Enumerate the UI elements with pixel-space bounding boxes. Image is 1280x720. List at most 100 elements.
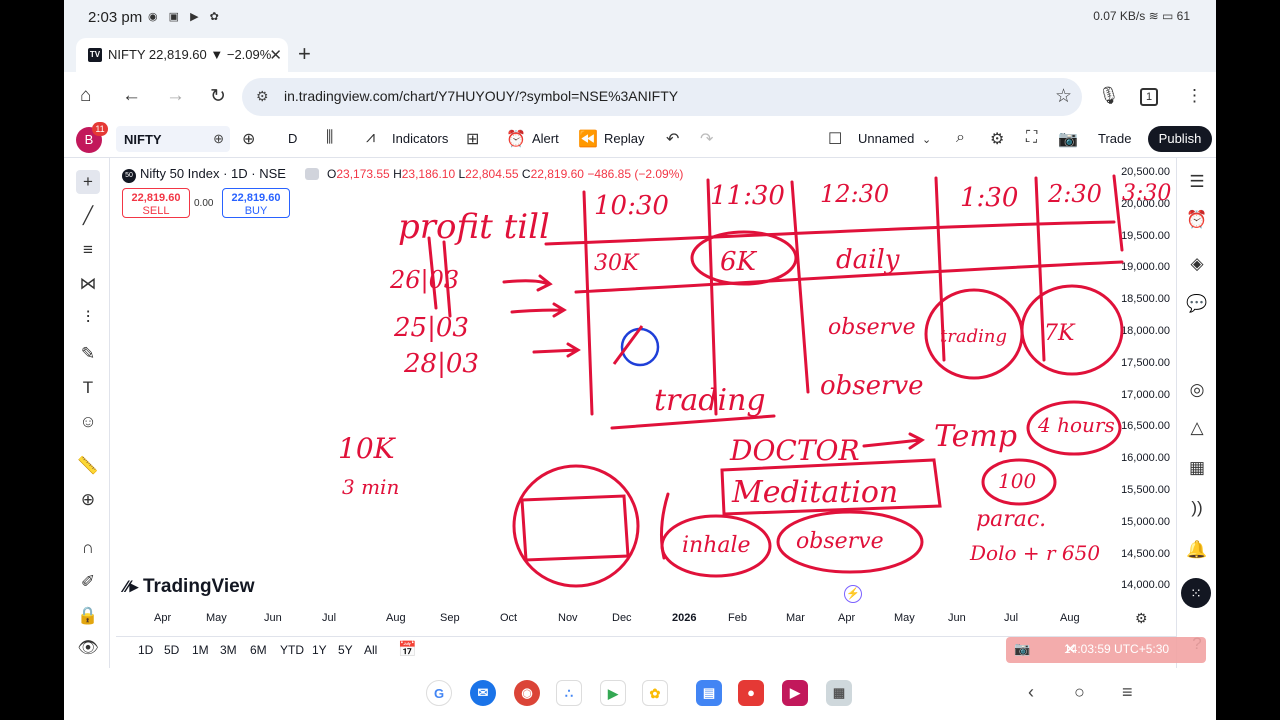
nav-home-icon[interactable]: ○ [1074, 682, 1085, 703]
app-drawer-icon[interactable]: ▦ [826, 680, 852, 706]
alarm-clock-icon[interactable]: ⏰ [1185, 208, 1209, 232]
tab-count[interactable]: 1 [1140, 88, 1158, 106]
forward-icon[interactable]: → [166, 85, 185, 107]
snapshot-camera-icon[interactable]: 📷 [1058, 129, 1078, 149]
templates-icon[interactable]: ⊞ [466, 129, 479, 149]
price-label: 20,500.00 [1121, 166, 1170, 178]
calendar-icon[interactable]: ▦ [1185, 456, 1209, 480]
address-bar[interactable]: ⚙ in.tradingview.com/chart/Y7HUYOUY/?sym… [242, 78, 1082, 116]
chat-icon[interactable]: 💬 [1185, 292, 1209, 316]
browser-tab-active[interactable]: TV NIFTY 22,819.60 ▼ −2.09% ✕ [76, 38, 288, 72]
redo-icon[interactable]: ↷ [700, 129, 713, 149]
nifty-logo-icon: 50 [122, 169, 136, 183]
watchlist-icon[interactable]: ☰ [1185, 170, 1209, 194]
net-speed: 0.07 KB/s [1093, 9, 1146, 23]
screen-recorder-icon[interactable]: ● [738, 680, 764, 706]
bookmark-star-icon[interactable]: ☆ [1055, 85, 1072, 108]
lock-icon[interactable]: 🔒 [76, 604, 100, 628]
layers-icon[interactable]: ◈ [1185, 252, 1209, 276]
price-label: 15,000.00 [1121, 515, 1170, 528]
alert-icon: ⏰ [506, 131, 526, 148]
candles-icon[interactable]: ⫼ [326, 129, 333, 147]
undo-icon[interactable]: ↶ [666, 129, 679, 149]
menu-kebab-icon[interactable]: ⋮ [1186, 86, 1203, 106]
ohlc-values: O23,173.55 H23,186.10 L22,804.55 C22,819… [327, 167, 683, 181]
brush-icon[interactable]: ✎ [76, 342, 100, 366]
price-scale[interactable]: 20,500.00 20,000.00 19,500.00 19,000.00 18,5… [1114, 160, 1170, 620]
time-axis[interactable]: ⚙ Apr May Jun Jul Aug Sep Oct Nov Dec 2026 Feb Mar A… [116, 608, 1176, 628]
crosshair-icon[interactable]: + [76, 170, 100, 194]
replay-button[interactable]: Replay [604, 131, 644, 146]
google-icon[interactable]: G [426, 680, 452, 706]
range-button[interactable]: All [364, 643, 377, 657]
tradingview-logo[interactable]: ⁄⁄▸ TradingView [124, 576, 255, 598]
ideas-icon[interactable]: △ [1185, 416, 1209, 440]
new-tab-icon[interactable]: + [298, 41, 311, 67]
settings-gear-icon[interactable]: ⚙ [990, 129, 1004, 149]
video-player-icon[interactable]: ▶ [782, 680, 808, 706]
close-icon[interactable]: ✕ [1064, 640, 1198, 658]
quick-search-icon[interactable]: ⌕ [956, 129, 965, 147]
tab-close-icon[interactable]: ✕ [269, 46, 282, 64]
sell-button[interactable]: 22,819.60 SELL [122, 188, 190, 218]
publish-button[interactable]: Publish [1148, 126, 1212, 152]
broadcast-icon[interactable]: )) [1185, 496, 1209, 520]
fullscreen-icon[interactable]: ⛶ [1026, 129, 1037, 147]
alert-button[interactable]: Alert [532, 131, 559, 146]
text-tool-icon[interactable]: T [76, 376, 100, 400]
notes-app-icon[interactable]: ▤ [696, 680, 722, 706]
range-button[interactable]: 3M [220, 643, 237, 657]
emoji-icon[interactable]: ☺ [76, 410, 100, 434]
pattern-icon[interactable]: ⋈ [76, 272, 100, 296]
site-info-icon[interactable]: ⚙ [256, 88, 269, 105]
nav-back-icon[interactable]: ‹ [1028, 682, 1034, 703]
chart-pane[interactable]: 50 Nifty 50 Index · 1D · NSE O23,173.55 H… [116, 160, 1174, 630]
trend-line-icon[interactable]: ╱ [76, 204, 100, 228]
magnet-icon[interactable]: ∩ [76, 536, 100, 560]
photos-icon[interactable]: ✿ [642, 680, 668, 706]
add-symbol-icon[interactable]: ⊕ [242, 129, 255, 149]
home-icon[interactable]: ⌂ [80, 85, 91, 107]
back-icon[interactable]: ← [122, 85, 141, 107]
camera-icon[interactable]: 📷 [1014, 641, 1030, 657]
layout-checkbox-icon[interactable]: ☐ [828, 129, 842, 149]
range-button[interactable]: 5D [164, 643, 179, 657]
zoom-in-icon[interactable]: ⊕ [76, 488, 100, 512]
bell-icon[interactable]: 🔔 [1185, 538, 1209, 562]
range-button[interactable]: YTD [280, 643, 304, 657]
layout-name[interactable]: Unnamed [858, 131, 914, 146]
range-button[interactable]: 1D [138, 643, 153, 657]
fib-retracement-icon[interactable]: ≡ [76, 238, 100, 262]
assistant-icon[interactable]: ∴ [556, 680, 582, 706]
screenshot-toolbar[interactable]: 14:03:59 UTC+5:30 📷 ✕ [1006, 637, 1206, 663]
indicators-button[interactable]: Indicators [392, 131, 448, 146]
chrome-icon[interactable]: ◉ [514, 680, 540, 706]
messages-icon[interactable]: ✉ [470, 680, 496, 706]
target-icon[interactable]: ◎ [1185, 378, 1209, 402]
lock-drawing-icon[interactable]: ✐ [76, 570, 100, 594]
play-store-icon[interactable]: ▶ [600, 680, 626, 706]
ruler-icon[interactable]: 📏 [76, 454, 100, 478]
trade-button[interactable]: Trade [1098, 131, 1131, 146]
chevron-down-icon[interactable]: ⌄ [922, 133, 931, 146]
right-widget-bar: ☰ ⏰ ◈ 💬 ◎ △ ▦ )) 🔔 ⁙ ? [1176, 158, 1216, 668]
browser-toolbar: ⌂ ← → ↻ ⚙ in.tradingview.com/chart/Y7HUY… [64, 72, 1216, 122]
range-button[interactable]: 1M [192, 643, 209, 657]
apps-grid-icon[interactable]: ⁙ [1181, 578, 1211, 608]
forecast-icon[interactable]: ⫶ [76, 306, 100, 330]
range-button[interactable]: 6M [250, 643, 267, 657]
url-text[interactable]: in.tradingview.com/chart/Y7HUYOUY/?symbo… [284, 88, 678, 104]
nav-recents-icon[interactable]: ≡ [1122, 682, 1133, 703]
buy-button[interactable]: 22,819.60 BUY [222, 188, 290, 218]
interval-button[interactable]: D [288, 131, 297, 146]
eye-icon[interactable]: 👁 [76, 636, 100, 660]
symbol-search[interactable]: NIFTY ⊕ [116, 126, 230, 152]
microphone-icon[interactable]: 🎙 [1098, 86, 1120, 106]
compare-icon[interactable]: ⊕ [213, 131, 224, 147]
reload-icon[interactable]: ↻ [210, 85, 226, 108]
lightning-icon[interactable]: ⚡ [844, 585, 862, 603]
range-button[interactable]: 5Y [338, 643, 353, 657]
axis-settings-icon[interactable]: ⚙ [1135, 610, 1148, 627]
range-button[interactable]: 1Y [312, 643, 327, 657]
goto-date-calendar-icon[interactable]: 📅 [398, 640, 417, 658]
